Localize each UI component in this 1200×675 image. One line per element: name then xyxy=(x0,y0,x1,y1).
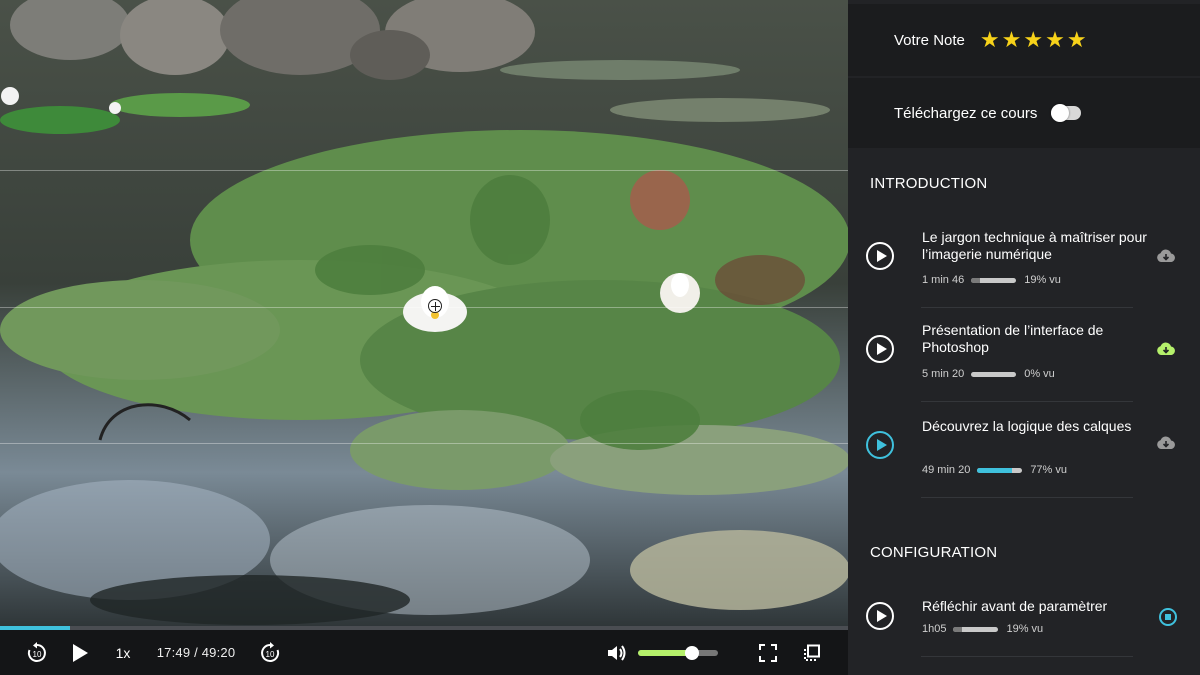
lesson-duration: 1h05 xyxy=(922,623,947,635)
lesson-play-button[interactable] xyxy=(866,602,894,630)
lesson-watched: 77% vu xyxy=(1030,464,1068,476)
course-sidebar: Votre Note ★ ★ ★ ★ ★ Téléchargez ce cours IN… xyxy=(848,0,1200,675)
rewind-10-button[interactable]: 10 xyxy=(24,630,50,675)
volume-slider-fill xyxy=(638,650,692,656)
lesson-divider xyxy=(921,497,1133,498)
lesson-title: Présentation de l’interface de Photoshop xyxy=(922,322,1104,355)
forward-10-icon: 10 xyxy=(261,641,280,662)
lesson-item[interactable]: Réfléchir avant de paramètrer 1h05 19% v… xyxy=(848,580,1200,674)
lesson-duration: 5 min 20 xyxy=(922,368,965,380)
lesson-meta: 1 min 46 19% vu xyxy=(922,274,1061,286)
lesson-duration: 1 min 46 xyxy=(922,274,965,286)
lesson-progress-bar xyxy=(971,277,1017,283)
time-display: 17:49 / 49:20 xyxy=(156,645,236,660)
forward-10-button[interactable]: 10 xyxy=(257,630,283,675)
rewind-10-icon: 10 xyxy=(27,641,46,662)
star-icon[interactable]: ★ xyxy=(1067,29,1087,51)
player-controls: 10 1x 17:49 / 49:20 10 xyxy=(0,630,848,675)
star-icon[interactable]: ★ xyxy=(1023,29,1043,51)
fullscreen-button[interactable] xyxy=(756,630,780,675)
rating-row: Votre Note ★ ★ ★ ★ ★ xyxy=(848,4,1200,76)
lesson-meta: 5 min 20 0% vu xyxy=(922,368,1055,380)
svg-text:10: 10 xyxy=(266,650,275,659)
playback-speed-button[interactable]: 1x xyxy=(110,630,136,675)
lesson-watched: 0% vu xyxy=(1024,368,1055,380)
toggle-knob xyxy=(1051,104,1070,122)
download-course-row: Téléchargez ce cours xyxy=(848,78,1200,148)
play-icon xyxy=(876,250,887,262)
video-frame[interactable] xyxy=(0,0,848,630)
lesson-item[interactable]: Le jargon technique à maîtriser pour l’i… xyxy=(848,214,1200,308)
lesson-play-button[interactable] xyxy=(866,335,894,363)
guide-line xyxy=(0,307,848,308)
speaker-icon xyxy=(608,644,626,661)
cloud-download-icon[interactable] xyxy=(1156,342,1176,356)
play-button[interactable] xyxy=(68,630,92,675)
lesson-divider xyxy=(921,656,1133,657)
lesson-meta: 49 min 20 77% vu xyxy=(922,464,1067,476)
cloud-download-icon[interactable] xyxy=(1156,436,1176,450)
video-player[interactable]: 10 1x 17:49 / 49:20 10 xyxy=(0,0,848,675)
lesson-title: Découvrez la logique des calques xyxy=(922,418,1132,434)
lesson-watched: 19% vu xyxy=(1006,623,1044,635)
download-course-label: Téléchargez ce cours xyxy=(894,104,1038,122)
rating-stars[interactable]: ★ ★ ★ ★ ★ xyxy=(980,29,1087,51)
lesson-title: Réfléchir avant de paramètrer xyxy=(922,598,1108,614)
lesson-title: Le jargon technique à maîtriser pour l’i… xyxy=(922,229,1147,262)
rating-label: Votre Note xyxy=(894,31,965,49)
lesson-play-button[interactable] xyxy=(866,431,894,459)
water-lily-scene xyxy=(0,0,848,630)
lesson-progress-bar xyxy=(953,626,999,632)
download-course-toggle[interactable] xyxy=(1051,104,1082,122)
play-icon xyxy=(876,610,887,622)
section-title-configuration: CONFIGURATION xyxy=(870,544,998,561)
lesson-progress-bar xyxy=(971,371,1017,377)
picture-in-picture-icon xyxy=(804,644,820,661)
lesson-play-button[interactable] xyxy=(866,242,894,270)
star-icon[interactable]: ★ xyxy=(980,29,1000,51)
stop-download-icon xyxy=(1165,614,1171,620)
lesson-progress-bar xyxy=(977,467,1023,473)
svg-text:10: 10 xyxy=(33,650,42,659)
guide-line xyxy=(0,443,848,444)
play-icon xyxy=(73,643,88,662)
stop-download-button[interactable] xyxy=(1159,608,1177,626)
fullscreen-icon xyxy=(759,643,777,662)
crosshair-cursor-icon xyxy=(428,299,442,313)
volume-slider[interactable] xyxy=(638,646,718,660)
lesson-item[interactable]: Découvrez la logique des calques 49 min … xyxy=(848,402,1200,496)
section-title-introduction: INTRODUCTION xyxy=(870,175,988,192)
play-icon xyxy=(876,343,887,355)
volume-slider-handle[interactable] xyxy=(684,646,699,660)
lesson-progress-fill xyxy=(977,467,1012,473)
volume-button[interactable] xyxy=(604,630,630,675)
lesson-meta: 1h05 19% vu xyxy=(922,623,1043,635)
lesson-duration: 49 min 20 xyxy=(922,464,971,476)
cloud-download-icon[interactable] xyxy=(1156,249,1176,263)
lesson-watched: 19% vu xyxy=(1024,274,1061,286)
lesson-progress-fill xyxy=(971,277,980,283)
star-icon[interactable]: ★ xyxy=(1002,29,1022,51)
guide-line xyxy=(0,170,848,171)
play-icon xyxy=(876,439,887,451)
lesson-progress-fill xyxy=(953,626,963,632)
lesson-item[interactable]: Présentation de l’interface de Photoshop… xyxy=(848,308,1200,402)
star-icon[interactable]: ★ xyxy=(1045,29,1065,51)
picture-in-picture-button[interactable] xyxy=(800,630,824,675)
